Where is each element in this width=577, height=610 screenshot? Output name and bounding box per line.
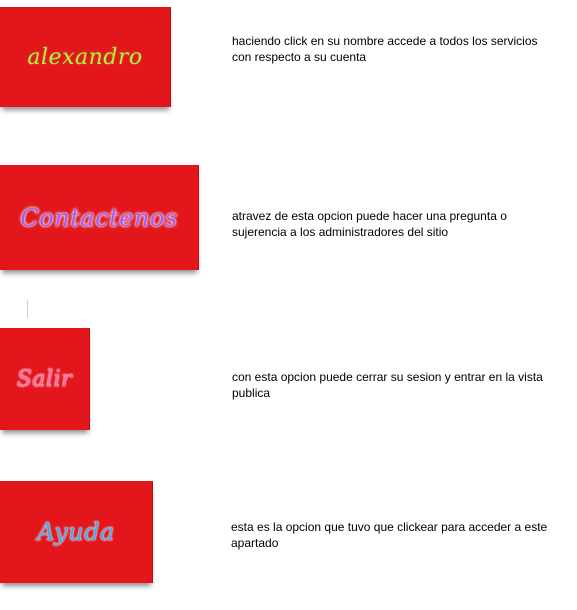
logout-description: con esta opcion puede cerrar su sesion y… [232,370,543,400]
help-button[interactable]: Ayuda [0,481,153,583]
logout-button[interactable]: Salir [0,328,90,430]
help-label: Ayuda [37,518,115,546]
contact-label: Contactenos [20,203,178,232]
contact-button[interactable]: Contactenos [0,165,199,270]
account-name-label: alexandro [27,44,143,70]
account-name-button[interactable]: alexandro [0,7,171,107]
account-description: haciendo click en su nombre accede a tod… [232,34,538,64]
contact-description: atravez de esta opcion puede hacer una p… [232,209,507,239]
help-description: esta es la opcion que tuvo que clickear … [231,520,548,550]
logout-label: Salir [16,366,73,392]
divider-mark [27,300,28,318]
